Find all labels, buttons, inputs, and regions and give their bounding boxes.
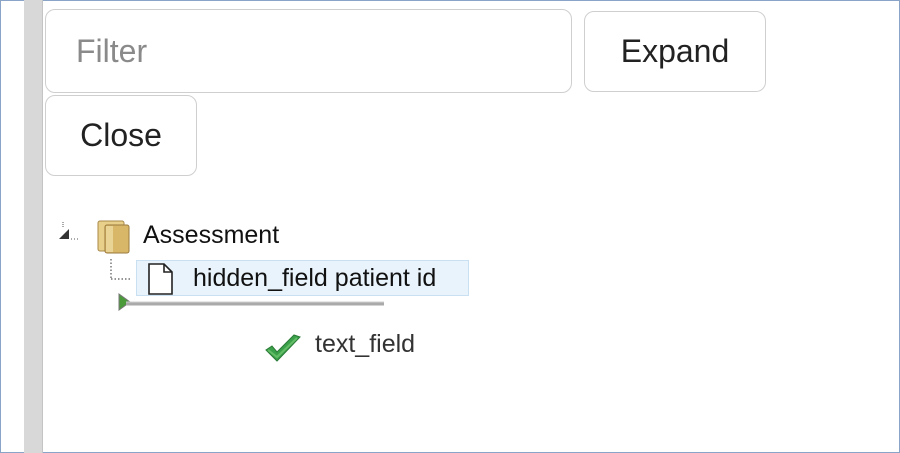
- dragged-item-label[interactable]: text_field: [315, 330, 415, 359]
- close-button[interactable]: Close: [45, 95, 197, 176]
- tree-node-label-child[interactable]: hidden_field patient id: [193, 264, 436, 293]
- checkmark-icon: [265, 334, 301, 362]
- folder-icon: [97, 220, 130, 254]
- tree-node-label[interactable]: Assessment: [143, 221, 279, 250]
- drop-indicator[interactable]: [116, 290, 386, 316]
- left-scroll-rail: [24, 0, 43, 453]
- expand-button[interactable]: Expand: [584, 11, 766, 92]
- filter-input[interactable]: [45, 9, 572, 93]
- tree-connector: [110, 259, 130, 280]
- tree-expander-icon[interactable]: [57, 222, 79, 242]
